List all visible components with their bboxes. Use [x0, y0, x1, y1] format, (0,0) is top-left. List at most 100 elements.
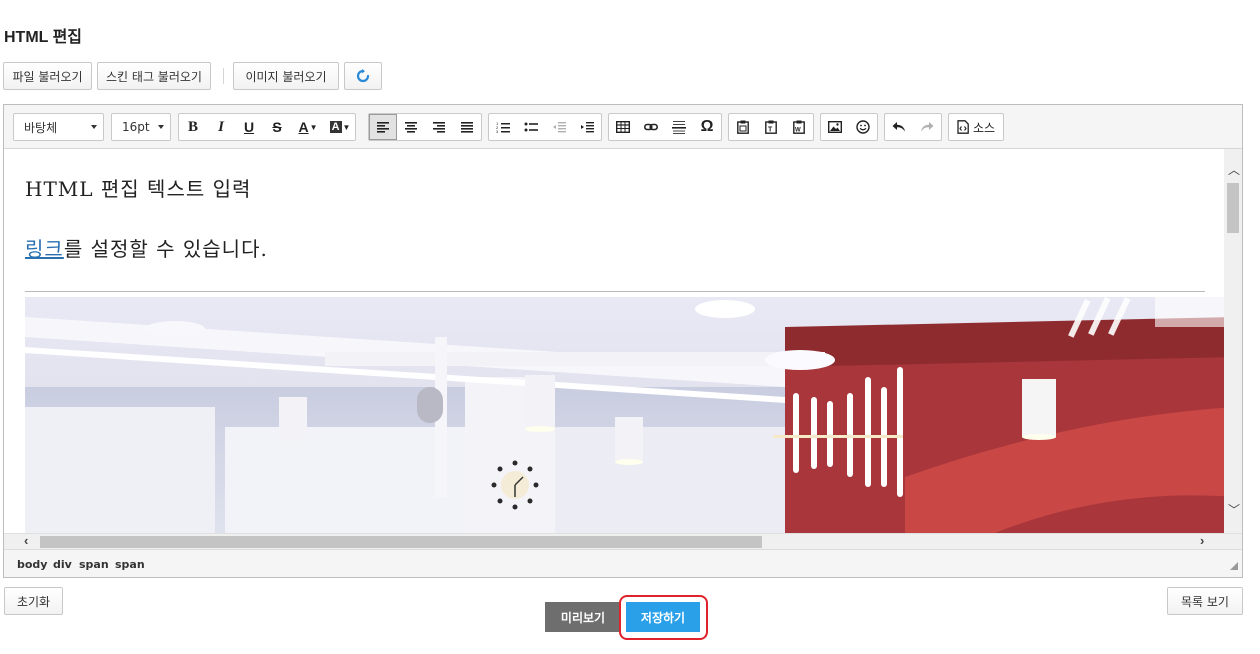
paste-text-button[interactable]: T	[757, 114, 785, 140]
save-button-highlight	[619, 595, 708, 640]
outdent-icon	[553, 122, 566, 133]
list-view-button[interactable]: 목록 보기	[1167, 587, 1243, 615]
paste-word-button[interactable]: W	[785, 114, 813, 140]
align-right-icon	[433, 122, 445, 133]
clipboard-icon	[737, 120, 749, 134]
bullet-list-icon	[524, 122, 538, 132]
scroll-right-icon[interactable]: ›	[1200, 533, 1204, 548]
ordered-list-icon: 123	[496, 121, 510, 133]
office-interior-illustration	[25, 297, 1224, 533]
button-separator	[223, 68, 224, 84]
content-link[interactable]: 링크	[25, 237, 64, 261]
refresh-icon	[356, 69, 370, 83]
italic-button[interactable]: I	[207, 114, 235, 140]
source-group: 소스	[948, 113, 1004, 141]
load-image-button[interactable]: 이미지 불러오기	[233, 62, 339, 90]
underline-button[interactable]: U	[235, 114, 263, 140]
ordered-list-button[interactable]: 123	[489, 114, 517, 140]
special-character-button[interactable]: Ω	[693, 114, 721, 140]
svg-text:W: W	[795, 128, 801, 134]
strikethrough-button[interactable]: S	[263, 114, 291, 140]
redo-button[interactable]	[913, 114, 941, 140]
history-group	[884, 113, 942, 141]
indent-button[interactable]	[573, 114, 601, 140]
insert-image-button[interactable]	[821, 114, 849, 140]
outdent-button[interactable]	[545, 114, 573, 140]
resize-handle-icon[interactable]	[1230, 562, 1238, 570]
smiley-icon	[856, 120, 870, 134]
chevron-down-icon	[158, 125, 164, 129]
font-family-select[interactable]: 바탕체	[13, 113, 104, 141]
omega-icon: Ω	[700, 118, 714, 135]
align-left-icon	[377, 122, 389, 133]
load-skin-tag-button[interactable]: 스킨 태그 불러오기	[97, 62, 211, 90]
vertical-scrollbar[interactable]: ︿ ﹀	[1224, 149, 1242, 533]
path-item-span[interactable]: span	[115, 558, 145, 571]
editor-toolbar: 바탕체 16pt B I U S A ▼ A ▼ 1 2 3 Ω T W 소스	[4, 105, 1242, 149]
horizontal-scroll-thumb[interactable]	[40, 536, 762, 548]
table-icon	[616, 121, 630, 133]
path-item-div[interactable]: div	[53, 558, 72, 571]
media-group	[820, 113, 878, 141]
font-color-button[interactable]: A ▼	[291, 114, 325, 140]
insert-group: Ω	[608, 113, 722, 141]
redo-icon	[921, 122, 934, 132]
undo-icon	[892, 122, 905, 132]
insert-table-button[interactable]	[609, 114, 637, 140]
text-style-group: B I U S A ▼ A ▼	[178, 113, 356, 141]
scroll-left-icon[interactable]: ‹	[24, 533, 28, 548]
horizontal-scrollbar[interactable]: ‹ ›	[4, 533, 1242, 549]
link-icon	[644, 123, 658, 131]
undo-button[interactable]	[885, 114, 913, 140]
background-color-button[interactable]: A ▼	[325, 114, 355, 140]
editor-content-area[interactable]: HTML 편집 텍스트 입력 링크를 설정할 수 있습니다. ︿ ﹀	[4, 149, 1242, 533]
font-family-value: 바탕체	[24, 120, 58, 135]
reset-button[interactable]: 초기화	[4, 587, 63, 615]
paste-button[interactable]	[729, 114, 757, 140]
clipboard-word-icon: W	[793, 120, 805, 134]
align-justify-button[interactable]	[453, 114, 481, 140]
font-size-value: 16pt	[122, 120, 150, 134]
office-interior-photo	[25, 297, 1224, 533]
horizontal-rule-icon	[672, 121, 686, 134]
bullet-list-button[interactable]	[517, 114, 545, 140]
align-center-icon	[405, 122, 417, 133]
scroll-up-icon[interactable]: ︿	[1228, 161, 1240, 178]
html-editor: 바탕체 16pt B I U S A ▼ A ▼ 1 2 3 Ω T W 소스 …	[3, 104, 1243, 578]
element-path-bar: body div span span	[4, 549, 1242, 577]
horizontal-rule-button[interactable]	[665, 114, 693, 140]
insert-emoticon-button[interactable]	[849, 114, 877, 140]
align-left-button[interactable]	[369, 114, 397, 140]
content-line-2: 링크를 설정할 수 있습니다.	[25, 233, 268, 262]
path-item-span[interactable]: span	[79, 558, 109, 571]
svg-text:T: T	[768, 127, 773, 134]
align-justify-icon	[461, 122, 473, 133]
indent-icon	[581, 122, 594, 133]
align-center-button[interactable]	[397, 114, 425, 140]
content-line-1: HTML 편집 텍스트 입력	[25, 177, 252, 201]
background-color-icon: A	[329, 121, 342, 133]
image-icon	[828, 121, 842, 133]
preview-button[interactable]: 미리보기	[545, 602, 621, 632]
paste-group: T W	[728, 113, 814, 141]
font-color-icon: A	[298, 119, 309, 135]
page-title: HTML 편집	[4, 29, 83, 46]
load-file-button[interactable]: 파일 불러오기	[3, 62, 92, 90]
svg-text:3: 3	[496, 129, 499, 133]
source-button[interactable]: 소스	[949, 114, 1003, 140]
refresh-button[interactable]	[344, 62, 382, 90]
source-code-icon	[957, 120, 969, 134]
chevron-down-icon	[91, 125, 97, 129]
path-item-body[interactable]: body	[17, 558, 47, 571]
clipboard-text-icon: T	[765, 120, 777, 134]
font-size-select[interactable]: 16pt	[111, 113, 171, 141]
vertical-scroll-thumb[interactable]	[1227, 183, 1239, 233]
align-group	[368, 113, 482, 141]
insert-link-button[interactable]	[637, 114, 665, 140]
list-group: 123	[488, 113, 602, 141]
editor-document[interactable]: HTML 편집 텍스트 입력 링크를 설정할 수 있습니다.	[25, 149, 1224, 533]
bold-button[interactable]: B	[179, 114, 207, 140]
content-divider	[25, 291, 1205, 292]
scroll-down-icon[interactable]: ﹀	[1228, 501, 1240, 518]
align-right-button[interactable]	[425, 114, 453, 140]
